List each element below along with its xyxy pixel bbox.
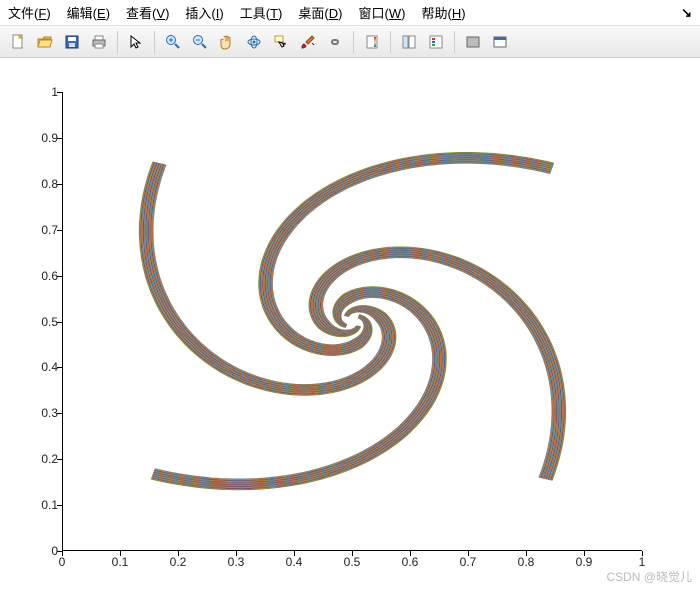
x-tick-label: 0.3: [228, 555, 245, 569]
toolbar-sep: [117, 31, 118, 53]
y-tick-label: 0.9: [28, 131, 58, 145]
y-tick-mark: [57, 138, 62, 139]
zoom-in-icon[interactable]: [161, 30, 185, 54]
x-tick-label: 0: [59, 555, 66, 569]
open-icon[interactable]: [33, 30, 57, 54]
spiral-plot: [63, 92, 642, 550]
menubar: 文件(F) 编辑(E) 查看(V) 插入(I) 工具(T) 桌面(D) 窗口(W…: [0, 0, 700, 26]
show-plot-icon[interactable]: [488, 30, 512, 54]
y-tick-label: 0.5: [28, 315, 58, 329]
x-tick-label: 0.8: [518, 555, 535, 569]
x-tick-label: 0.2: [170, 555, 187, 569]
menu-tools[interactable]: 工具(T): [240, 3, 283, 22]
x-tick-mark: [178, 551, 179, 556]
y-tick-mark: [57, 505, 62, 506]
y-tick-mark: [57, 367, 62, 368]
zoom-out-icon[interactable]: [188, 30, 212, 54]
x-tick-mark: [410, 551, 411, 556]
y-tick-label: 0: [28, 544, 58, 558]
y-tick-mark: [57, 230, 62, 231]
x-tick-mark: [352, 551, 353, 556]
y-tick-label: 0.6: [28, 269, 58, 283]
toolbar: [0, 26, 700, 58]
x-tick-mark: [584, 551, 585, 556]
menu-insert[interactable]: 插入(I): [185, 3, 223, 22]
menu-help[interactable]: 帮助(H): [421, 3, 465, 22]
x-tick-label: 0.9: [576, 555, 593, 569]
x-tick-label: 0.4: [286, 555, 303, 569]
legend-icon[interactable]: [397, 30, 421, 54]
menu-view[interactable]: 查看(V): [126, 3, 169, 22]
x-tick-label: 0.5: [344, 555, 361, 569]
y-tick-label: 1: [28, 85, 58, 99]
axes[interactable]: [62, 92, 642, 551]
x-tick-mark: [294, 551, 295, 556]
y-tick-label: 0.2: [28, 452, 58, 466]
print-icon[interactable]: [87, 30, 111, 54]
toolbar-sep: [353, 31, 354, 53]
y-axis-ticks: 00.10.20.30.40.50.60.70.80.91: [28, 92, 58, 551]
menu-edit[interactable]: 编辑(E): [67, 3, 110, 22]
colorbar-icon[interactable]: [360, 30, 384, 54]
y-tick-mark: [57, 322, 62, 323]
toolbar-sep: [390, 31, 391, 53]
x-tick-mark: [236, 551, 237, 556]
rotate-icon[interactable]: [242, 30, 266, 54]
x-tick-mark: [468, 551, 469, 556]
x-tick-label: 1: [639, 555, 646, 569]
menu-desktop[interactable]: 桌面(D): [298, 3, 342, 22]
x-tick-mark: [526, 551, 527, 556]
x-tick-mark: [62, 551, 63, 556]
y-tick-mark: [57, 276, 62, 277]
y-tick-mark: [57, 459, 62, 460]
y-tick-label: 0.8: [28, 177, 58, 191]
x-tick-label: 0.7: [460, 555, 477, 569]
y-tick-mark: [57, 92, 62, 93]
y-tick-label: 0.1: [28, 498, 58, 512]
figure-area: 0 0.1 0.2 0.3 0.4 0.5 0.6 0.7 0.8 0.9 1 0 0.1 0.2 0.3…: [0, 58, 700, 589]
pointer-icon[interactable]: [124, 30, 148, 54]
link-icon[interactable]: [323, 30, 347, 54]
play-icon[interactable]: ↘: [681, 5, 692, 21]
x-tick-mark: [642, 551, 643, 556]
menu-file[interactable]: 文件(F): [8, 3, 51, 22]
watermark: CSDN @晓觉儿: [606, 568, 692, 585]
y-tick-label: 0.3: [28, 406, 58, 420]
save-icon[interactable]: [60, 30, 84, 54]
toolbar-sep: [154, 31, 155, 53]
toolbar-sep: [454, 31, 455, 53]
y-tick-label: 0.7: [28, 223, 58, 237]
y-tick-mark: [57, 184, 62, 185]
insert-legend-icon[interactable]: [424, 30, 448, 54]
new-icon[interactable]: [6, 30, 30, 54]
x-tick-label: 0.6: [402, 555, 419, 569]
x-tick-mark: [120, 551, 121, 556]
menu-window[interactable]: 窗口(W): [358, 3, 405, 22]
brush-icon[interactable]: [296, 30, 320, 54]
pan-icon[interactable]: [215, 30, 239, 54]
datacursor-icon[interactable]: [269, 30, 293, 54]
x-tick-label: 0.1: [112, 555, 129, 569]
y-tick-mark: [57, 413, 62, 414]
y-tick-label: 0.4: [28, 360, 58, 374]
hide-plot-icon[interactable]: [461, 30, 485, 54]
